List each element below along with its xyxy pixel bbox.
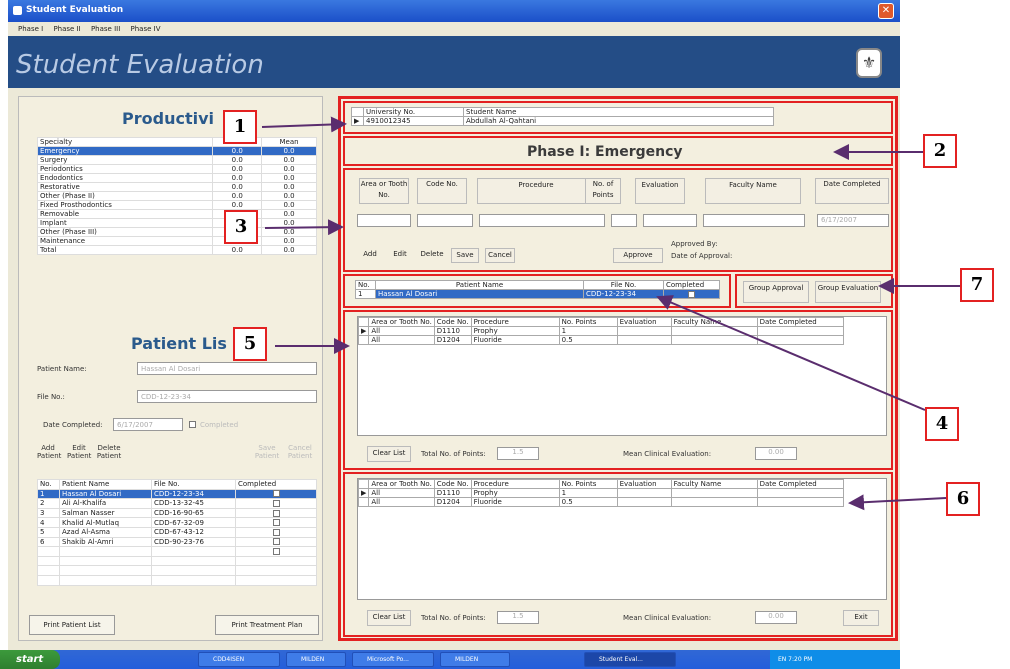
taskbar: start CDD4ISEN MILDEN Microsoft Po... MI…	[0, 650, 900, 669]
arrow-1	[261, 116, 347, 133]
taskbar-item[interactable]: MILDEN	[440, 652, 510, 667]
start-button[interactable]: start	[0, 650, 60, 669]
callout-arrows	[261, 116, 960, 511]
callout-1: 1	[223, 110, 257, 144]
taskbar-item-active[interactable]: Student Eval...	[584, 652, 676, 667]
callout-3: 3	[224, 210, 258, 244]
callout-6: 6	[946, 482, 980, 516]
callout-4: 4	[925, 407, 959, 441]
callout-7: 7	[960, 268, 994, 302]
callout-2: 2	[923, 134, 957, 168]
arrow-4	[656, 295, 926, 411]
taskbar-item[interactable]: MILDEN	[286, 652, 346, 667]
arrow-3	[264, 219, 344, 236]
taskbar-item[interactable]: CDD4ISEN	[198, 652, 280, 667]
arrow-6	[848, 494, 947, 511]
taskbar-item[interactable]: Microsoft Po...	[352, 652, 434, 667]
callout-5: 5	[233, 327, 267, 361]
system-tray: EN 7:20 PM	[770, 650, 900, 669]
